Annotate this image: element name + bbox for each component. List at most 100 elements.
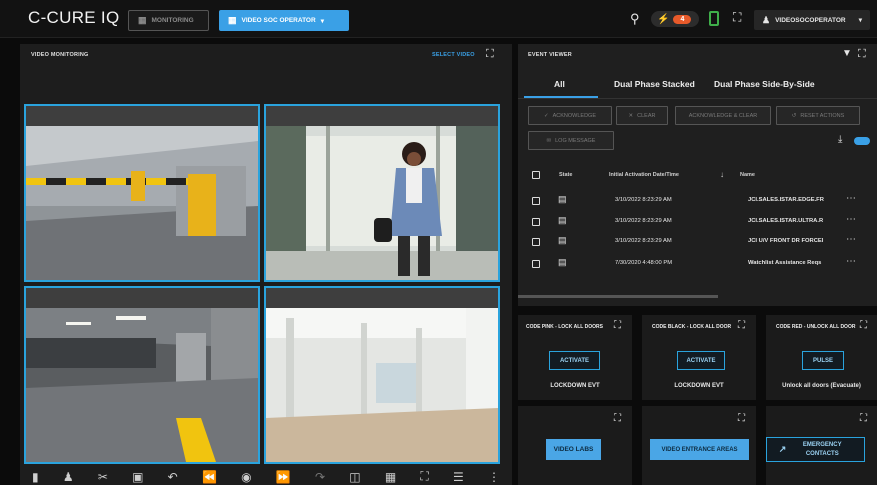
video-tile-2[interactable] bbox=[264, 104, 500, 282]
row-name: JCI.SALES.ISTAR.ULTRA.R bbox=[748, 218, 824, 224]
export-icon[interactable]: ▮ bbox=[32, 470, 39, 484]
filter-icon[interactable]: ▼ bbox=[842, 48, 852, 59]
row-date: 3/10/2022 8:23:29 AM bbox=[615, 197, 672, 203]
card-title: CODE BLACK - LOCK ALL DOOR bbox=[652, 324, 732, 330]
state-icon: ▤ bbox=[558, 235, 567, 245]
expand-icon[interactable]: ⛶ bbox=[486, 48, 494, 61]
row-checkbox[interactable] bbox=[532, 197, 540, 205]
layout-icon[interactable]: ◫ bbox=[349, 470, 360, 484]
activate-button[interactable]: ACTIVATE bbox=[549, 351, 600, 370]
user-menu[interactable]: ♟ VIDEOSOCOPERATOR ▾ bbox=[754, 10, 870, 30]
video-entrance-button[interactable]: VIDEO ENTRANCE AREAS bbox=[650, 439, 749, 460]
external-link-icon: ↗ bbox=[778, 444, 787, 454]
expand-icon[interactable]: ⛶ bbox=[738, 413, 745, 424]
tabs-divider bbox=[518, 98, 877, 99]
lightning-icon: ⚡ bbox=[657, 13, 670, 25]
card-label: LOCKDOWN EVT bbox=[674, 383, 724, 389]
settings-sliders-icon[interactable]: ☰ bbox=[453, 470, 464, 484]
more-horizontal-icon[interactable]: ⋯ bbox=[846, 234, 856, 245]
ack-clear-label: ACKNOWLEDGE & CLEAR bbox=[688, 112, 758, 119]
state-icon: ▤ bbox=[558, 215, 567, 225]
person-icon[interactable]: ♟ bbox=[63, 470, 74, 484]
camera-feed-garage bbox=[26, 308, 258, 462]
camera-icon[interactable]: ▣ bbox=[132, 470, 143, 484]
pulse-button[interactable]: PULSE bbox=[802, 351, 844, 370]
action-card-code-pink: CODE PINK - LOCK ALL DOORS ⛶ ACTIVATE LO… bbox=[518, 315, 632, 400]
activate-button[interactable]: ACTIVATE bbox=[677, 351, 725, 370]
redo-icon[interactable]: ↷ bbox=[315, 470, 325, 484]
video-panel-title: VIDEO MONITORING bbox=[31, 52, 89, 58]
tab-all[interactable]: All bbox=[554, 79, 565, 89]
video-labs-button[interactable]: VIDEO LABS bbox=[546, 439, 601, 460]
event-row[interactable]: ▤ 3/10/2022 8:23:29 AM JCI U/V FRONT DR FO… bbox=[528, 233, 868, 251]
reset-actions-button[interactable]: ↺ RESET ACTIONS bbox=[776, 106, 860, 125]
emergency-contacts-label: EMERGENCY CONTACTS bbox=[802, 441, 842, 457]
fast-forward-icon[interactable]: ⏩ bbox=[276, 470, 291, 484]
nav-monitoring-button[interactable]: ▦ MONITORING bbox=[128, 10, 209, 31]
fullscreen-icon[interactable]: ⛶ bbox=[733, 10, 741, 25]
search-icon[interactable]: ⚲ bbox=[630, 11, 640, 27]
more-vertical-icon[interactable]: ⋮ bbox=[488, 470, 500, 484]
sort-down-icon[interactable]: ↓ bbox=[720, 170, 724, 179]
tile-header bbox=[26, 288, 258, 308]
expand-icon[interactable]: ⛶ bbox=[860, 413, 867, 424]
undo-icon[interactable]: ↶ bbox=[168, 470, 178, 484]
row-name: Watchlist Assistance Reqs bbox=[748, 260, 822, 266]
horizontal-scrollbar[interactable] bbox=[518, 295, 718, 298]
fullscreen-icon[interactable]: ⛶ bbox=[420, 469, 428, 484]
rewind-icon[interactable]: ⏪ bbox=[202, 470, 217, 484]
row-date: 3/10/2022 8:23:29 AM bbox=[615, 218, 672, 224]
acknowledge-label: ACKNOWLEDGE bbox=[552, 112, 596, 119]
reset-icon: ↺ bbox=[791, 112, 797, 119]
video-tile-1[interactable] bbox=[24, 104, 260, 282]
clear-button[interactable]: ✕ CLEAR bbox=[616, 106, 668, 125]
nav-operator-dropdown[interactable]: ▦ VIDEO SOC OPERATOR ▾ bbox=[219, 10, 349, 31]
expand-icon[interactable]: ⛶ bbox=[614, 413, 621, 424]
nav-operator-label: VIDEO SOC OPERATOR bbox=[241, 17, 316, 24]
event-row[interactable]: ▤ 3/10/2022 8:23:29 AM JCI.SALES.ISTAR.EDG… bbox=[528, 192, 868, 210]
record-icon[interactable]: ◉ bbox=[241, 470, 251, 484]
emergency-contacts-button[interactable]: ↗ EMERGENCY CONTACTS bbox=[766, 437, 865, 462]
more-horizontal-icon[interactable]: ⋯ bbox=[846, 214, 856, 225]
alarm-indicator[interactable]: ⚡ 4 bbox=[651, 11, 699, 27]
acknowledge-button[interactable]: ✓ ACKNOWLEDGE bbox=[528, 106, 612, 125]
ack-clear-button[interactable]: ACKNOWLEDGE & CLEAR bbox=[675, 106, 771, 125]
row-checkbox[interactable] bbox=[532, 218, 540, 226]
row-checkbox[interactable] bbox=[532, 260, 540, 268]
video-monitoring-panel: VIDEO MONITORING SELECT VIDEO ⛶ ▮ ♟ ✂ ▣ … bbox=[20, 44, 512, 485]
expand-icon[interactable]: ⛶ bbox=[860, 320, 867, 331]
row-checkbox[interactable] bbox=[532, 238, 540, 246]
app-logo: C-CURE IQ bbox=[28, 8, 120, 27]
toggle-switch[interactable] bbox=[854, 137, 870, 145]
more-horizontal-icon[interactable]: ⋯ bbox=[846, 193, 856, 204]
log-message-button[interactable]: ✉ LOG MESSAGE bbox=[528, 131, 614, 150]
select-all-checkbox[interactable] bbox=[532, 171, 540, 179]
log-label: LOG MESSAGE bbox=[555, 137, 596, 144]
tile-header bbox=[266, 288, 498, 308]
expand-icon[interactable]: ⛶ bbox=[738, 320, 745, 331]
tab-dual-phase-stacked[interactable]: Dual Phase Stacked bbox=[614, 79, 695, 89]
column-date[interactable]: Initial Activation Date/Time bbox=[609, 172, 679, 178]
select-video-link[interactable]: SELECT VIDEO bbox=[432, 52, 475, 58]
expand-icon[interactable]: ⛶ bbox=[614, 320, 621, 331]
event-viewer-title: EVENT VIEWER bbox=[528, 52, 572, 58]
more-horizontal-icon[interactable]: ⋯ bbox=[846, 256, 856, 267]
state-icon: ▤ bbox=[558, 194, 567, 204]
user-name: VIDEOSOCOPERATOR bbox=[775, 16, 846, 24]
column-state[interactable]: State bbox=[559, 172, 572, 178]
expand-icon[interactable]: ⛶ bbox=[858, 48, 866, 61]
event-row[interactable]: ▤ 3/10/2022 8:23:29 AM JCI.SALES.ISTAR.ULT… bbox=[528, 213, 868, 231]
video-tile-3[interactable] bbox=[24, 286, 260, 464]
message-icon: ✉ bbox=[546, 137, 552, 144]
video-tile-4[interactable] bbox=[264, 286, 500, 464]
scissors-icon[interactable]: ✂ bbox=[98, 470, 108, 484]
tab-dual-phase-side[interactable]: Dual Phase Side-By-Side bbox=[714, 79, 815, 89]
grid-icon[interactable]: ▦ bbox=[385, 470, 396, 484]
link-card-video-entrance: ⛶ VIDEO ENTRANCE AREAS bbox=[642, 406, 756, 485]
event-row[interactable]: ▤ 7/30/2020 4:48:00 PM Watchlist Assistanc… bbox=[528, 255, 868, 273]
download-icon[interactable]: ⤓ bbox=[838, 134, 842, 145]
video-control-bar: ▮ ♟ ✂ ▣ ↶ ⏪ ◉ ⏩ ↷ ◫ ▦ ⛶ ☰ ⋮ bbox=[20, 468, 512, 485]
column-name[interactable]: Name bbox=[740, 172, 755, 178]
row-name: JCI.SALES.ISTAR.EDGE.FR bbox=[748, 197, 824, 203]
clear-label: CLEAR bbox=[637, 112, 656, 119]
